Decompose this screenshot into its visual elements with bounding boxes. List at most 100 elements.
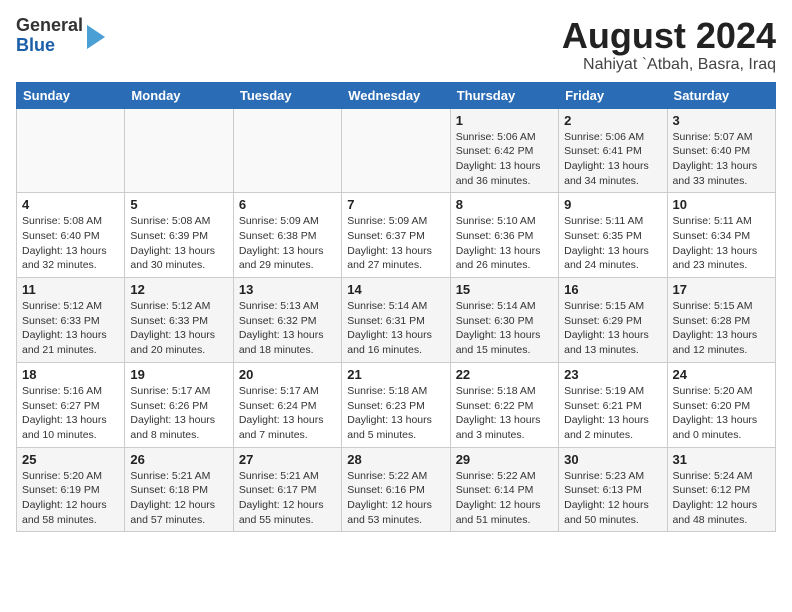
calendar-header-sunday: Sunday [17, 82, 125, 108]
logo: General Blue [16, 16, 105, 56]
day-info: Sunrise: 5:07 AM Sunset: 6:40 PM Dayligh… [673, 130, 770, 189]
calendar-week-row: 25 Sunrise: 5:20 AM Sunset: 6:19 PM Dayli… [17, 447, 776, 532]
day-number: 14 [347, 282, 444, 297]
day-number: 23 [564, 367, 661, 382]
calendar-cell [342, 108, 450, 193]
calendar-cell: 5 Sunrise: 5:08 AM Sunset: 6:39 PM Daylig… [125, 193, 233, 278]
calendar-header-wednesday: Wednesday [342, 82, 450, 108]
calendar-cell: 6Sunrise: 5:09 AM Sunset: 6:38 PM Daylig… [233, 193, 341, 278]
month-year-title: August 2024 [562, 16, 776, 56]
day-number: 16 [564, 282, 661, 297]
day-info: Sunrise: 5:11 AM Sunset: 6:35 PM Dayligh… [564, 214, 661, 273]
day-info: Sunrise: 5:21 AM Sunset: 6:18 PM Dayligh… [130, 469, 227, 528]
day-info: Sunrise: 5:22 AM Sunset: 6:16 PM Dayligh… [347, 469, 444, 528]
calendar-cell: 9 Sunrise: 5:11 AM Sunset: 6:35 PM Daylig… [559, 193, 667, 278]
calendar-cell: 4 Sunrise: 5:08 AM Sunset: 6:40 PM Daylig… [17, 193, 125, 278]
day-info: Sunrise: 5:17 AM Sunset: 6:24 PM Dayligh… [239, 384, 336, 443]
calendar-cell: 1Sunrise: 5:06 AM Sunset: 6:42 PM Daylig… [450, 108, 558, 193]
day-info: Sunrise: 5:12 AM Sunset: 6:33 PM Dayligh… [130, 299, 227, 358]
calendar-cell: 11 Sunrise: 5:12 AM Sunset: 6:33 PM Dayli… [17, 278, 125, 363]
day-number: 31 [673, 452, 770, 467]
day-number: 26 [130, 452, 227, 467]
day-info: Sunrise: 5:18 AM Sunset: 6:23 PM Dayligh… [347, 384, 444, 443]
day-info: Sunrise: 5:23 AM Sunset: 6:13 PM Dayligh… [564, 469, 661, 528]
day-info: Sunrise: 5:17 AM Sunset: 6:26 PM Dayligh… [130, 384, 227, 443]
day-number: 9 [564, 197, 661, 212]
logo-arrow-icon [87, 25, 105, 49]
day-info: Sunrise: 5:24 AM Sunset: 6:12 PM Dayligh… [673, 469, 770, 528]
day-number: 21 [347, 367, 444, 382]
calendar-week-row: 18Sunrise: 5:16 AM Sunset: 6:27 PM Dayli… [17, 362, 776, 447]
title-block: August 2024 Nahiyat `Atbah, Basra, Iraq [562, 16, 776, 74]
day-number: 2 [564, 113, 661, 128]
day-info: Sunrise: 5:19 AM Sunset: 6:21 PM Dayligh… [564, 384, 661, 443]
day-info: Sunrise: 5:18 AM Sunset: 6:22 PM Dayligh… [456, 384, 553, 443]
day-number: 11 [22, 282, 119, 297]
calendar-cell: 7Sunrise: 5:09 AM Sunset: 6:37 PM Daylig… [342, 193, 450, 278]
calendar-cell: 23 Sunrise: 5:19 AM Sunset: 6:21 PM Dayli… [559, 362, 667, 447]
day-number: 22 [456, 367, 553, 382]
day-number: 4 [22, 197, 119, 212]
day-number: 17 [673, 282, 770, 297]
calendar-cell: 8Sunrise: 5:10 AM Sunset: 6:36 PM Daylig… [450, 193, 558, 278]
calendar-cell: 20 Sunrise: 5:17 AM Sunset: 6:24 PM Dayli… [233, 362, 341, 447]
calendar-table: SundayMondayTuesdayWednesdayThursdayFrid… [16, 82, 776, 533]
calendar-cell: 14Sunrise: 5:14 AM Sunset: 6:31 PM Dayli… [342, 278, 450, 363]
calendar-cell: 17 Sunrise: 5:15 AM Sunset: 6:28 PM Dayli… [667, 278, 775, 363]
day-number: 20 [239, 367, 336, 382]
page-header: General Blue August 2024 Nahiyat `Atbah,… [16, 16, 776, 74]
location-subtitle: Nahiyat `Atbah, Basra, Iraq [562, 56, 776, 74]
calendar-week-row: 1Sunrise: 5:06 AM Sunset: 6:42 PM Daylig… [17, 108, 776, 193]
day-info: Sunrise: 5:12 AM Sunset: 6:33 PM Dayligh… [22, 299, 119, 358]
day-info: Sunrise: 5:08 AM Sunset: 6:40 PM Dayligh… [22, 214, 119, 273]
day-number: 3 [673, 113, 770, 128]
calendar-cell: 25 Sunrise: 5:20 AM Sunset: 6:19 PM Dayli… [17, 447, 125, 532]
calendar-cell: 15 Sunrise: 5:14 AM Sunset: 6:30 PM Dayli… [450, 278, 558, 363]
day-info: Sunrise: 5:20 AM Sunset: 6:20 PM Dayligh… [673, 384, 770, 443]
calendar-cell: 13Sunrise: 5:13 AM Sunset: 6:32 PM Dayli… [233, 278, 341, 363]
day-number: 28 [347, 452, 444, 467]
day-info: Sunrise: 5:09 AM Sunset: 6:37 PM Dayligh… [347, 214, 444, 273]
day-number: 25 [22, 452, 119, 467]
day-number: 30 [564, 452, 661, 467]
calendar-cell [233, 108, 341, 193]
day-info: Sunrise: 5:10 AM Sunset: 6:36 PM Dayligh… [456, 214, 553, 273]
day-info: Sunrise: 5:20 AM Sunset: 6:19 PM Dayligh… [22, 469, 119, 528]
calendar-week-row: 4 Sunrise: 5:08 AM Sunset: 6:40 PM Daylig… [17, 193, 776, 278]
calendar-cell: 26 Sunrise: 5:21 AM Sunset: 6:18 PM Dayli… [125, 447, 233, 532]
calendar-cell: 30 Sunrise: 5:23 AM Sunset: 6:13 PM Dayli… [559, 447, 667, 532]
day-number: 12 [130, 282, 227, 297]
calendar-cell: 31 Sunrise: 5:24 AM Sunset: 6:12 PM Dayli… [667, 447, 775, 532]
calendar-cell [125, 108, 233, 193]
calendar-week-row: 11 Sunrise: 5:12 AM Sunset: 6:33 PM Dayli… [17, 278, 776, 363]
calendar-cell: 10Sunrise: 5:11 AM Sunset: 6:34 PM Dayli… [667, 193, 775, 278]
calendar-header-tuesday: Tuesday [233, 82, 341, 108]
day-info: Sunrise: 5:21 AM Sunset: 6:17 PM Dayligh… [239, 469, 336, 528]
calendar-cell: 28 Sunrise: 5:22 AM Sunset: 6:16 PM Dayli… [342, 447, 450, 532]
calendar-cell: 21 Sunrise: 5:18 AM Sunset: 6:23 PM Dayli… [342, 362, 450, 447]
day-number: 15 [456, 282, 553, 297]
calendar-cell: 19Sunrise: 5:17 AM Sunset: 6:26 PM Dayli… [125, 362, 233, 447]
day-info: Sunrise: 5:08 AM Sunset: 6:39 PM Dayligh… [130, 214, 227, 273]
day-number: 6 [239, 197, 336, 212]
calendar-header-friday: Friday [559, 82, 667, 108]
day-info: Sunrise: 5:15 AM Sunset: 6:28 PM Dayligh… [673, 299, 770, 358]
day-info: Sunrise: 5:14 AM Sunset: 6:30 PM Dayligh… [456, 299, 553, 358]
calendar-cell: 12 Sunrise: 5:12 AM Sunset: 6:33 PM Dayli… [125, 278, 233, 363]
calendar-cell: 2 Sunrise: 5:06 AM Sunset: 6:41 PM Daylig… [559, 108, 667, 193]
calendar-cell: 16 Sunrise: 5:15 AM Sunset: 6:29 PM Dayli… [559, 278, 667, 363]
calendar-cell: 18Sunrise: 5:16 AM Sunset: 6:27 PM Dayli… [17, 362, 125, 447]
day-info: Sunrise: 5:22 AM Sunset: 6:14 PM Dayligh… [456, 469, 553, 528]
day-number: 27 [239, 452, 336, 467]
logo-line1: General [16, 16, 83, 36]
calendar-header-thursday: Thursday [450, 82, 558, 108]
day-number: 5 [130, 197, 227, 212]
calendar-header-saturday: Saturday [667, 82, 775, 108]
day-info: Sunrise: 5:15 AM Sunset: 6:29 PM Dayligh… [564, 299, 661, 358]
day-info: Sunrise: 5:06 AM Sunset: 6:41 PM Dayligh… [564, 130, 661, 189]
day-number: 29 [456, 452, 553, 467]
calendar-cell: 22 Sunrise: 5:18 AM Sunset: 6:22 PM Dayli… [450, 362, 558, 447]
calendar-header-row: SundayMondayTuesdayWednesdayThursdayFrid… [17, 82, 776, 108]
calendar-cell: 29 Sunrise: 5:22 AM Sunset: 6:14 PM Dayli… [450, 447, 558, 532]
day-number: 24 [673, 367, 770, 382]
